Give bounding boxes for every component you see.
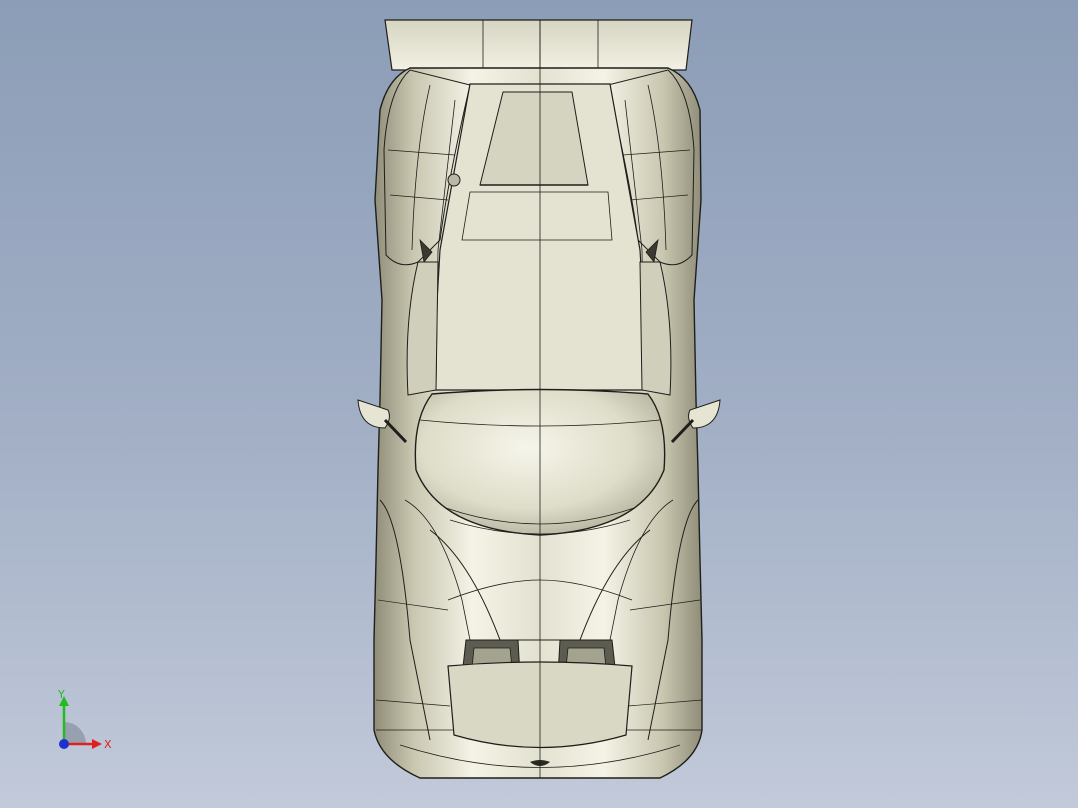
y-axis-label: Y	[57, 688, 65, 701]
rear-wing[interactable]	[384, 19, 693, 71]
axis-triad: Y X	[57, 688, 112, 751]
fuel-cap-icon	[447, 173, 461, 187]
x-axis-arrowhead	[92, 739, 102, 749]
car-model[interactable]	[0, 0, 1078, 808]
3d-viewport[interactable]: Y X	[0, 0, 1078, 808]
x-axis-label: X	[104, 738, 112, 751]
z-axis-dot	[59, 739, 69, 749]
